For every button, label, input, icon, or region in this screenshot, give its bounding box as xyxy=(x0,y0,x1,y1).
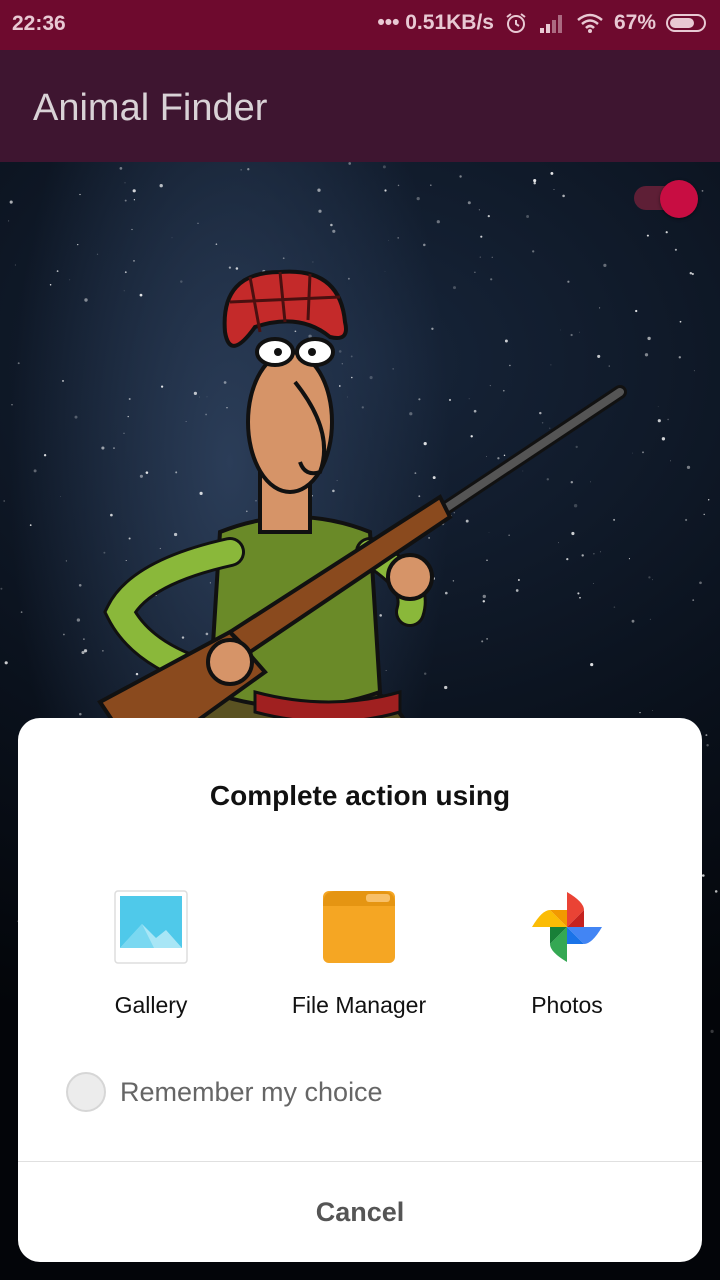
app-option-photos[interactable]: Photos xyxy=(467,890,667,1019)
gallery-icon xyxy=(114,890,188,964)
app-option-gallery[interactable]: Gallery xyxy=(51,890,251,1019)
remember-choice[interactable]: Remember my choice xyxy=(66,1072,383,1112)
app-option-file-manager[interactable]: File Manager xyxy=(259,890,459,1019)
chooser-dialog: Complete action using Gallery File Manag… xyxy=(18,718,702,1262)
app-options: Gallery File Manager Photos xyxy=(18,890,702,1030)
app-label-gallery: Gallery xyxy=(114,992,188,1018)
app-label-file-manager: File Manager xyxy=(291,992,427,1018)
remember-radio[interactable] xyxy=(66,1072,106,1112)
dialog-title: Complete action using xyxy=(209,780,511,811)
app-label-photos: Photos xyxy=(531,992,603,1018)
photos-icon xyxy=(530,890,604,964)
cancel-button[interactable]: Cancel xyxy=(18,1162,702,1262)
file-manager-icon xyxy=(322,890,396,964)
remember-label: Remember my choice xyxy=(120,1076,383,1107)
